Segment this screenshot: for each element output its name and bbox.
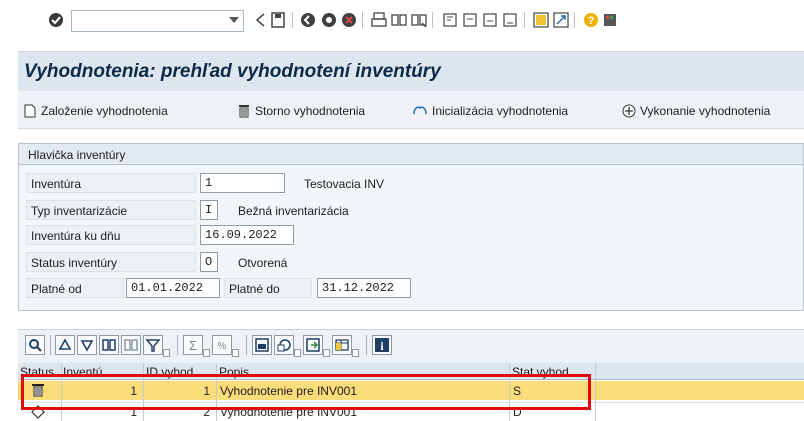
chevron-down-icon[interactable] [232, 349, 239, 357]
initialize-evaluation-button[interactable]: Inicializácia vyhodnotenia [412, 101, 568, 121]
initialize-icon [413, 106, 427, 115]
cell-description: Vyhodnotenie pre INV001 [220, 405, 357, 419]
inventory-field[interactable]: 1 [200, 173, 285, 193]
valid-from-label: Platné od [26, 278, 124, 298]
export-icon[interactable] [303, 335, 323, 355]
cell-inventory: 1 [130, 405, 137, 419]
column-header-status[interactable]: Status [20, 363, 62, 380]
ok-icon[interactable] [47, 11, 65, 29]
inventory-description: Testovacia INV [304, 177, 385, 191]
cancel-evaluation-label: Storno vyhodnotenia [255, 104, 366, 118]
diamond-icon [31, 405, 45, 419]
column-header-id[interactable]: ID vyhod. [146, 363, 216, 380]
trash-icon [239, 105, 249, 118]
info-icon[interactable]: i [372, 335, 392, 355]
next-page-icon[interactable] [481, 11, 499, 29]
cell-id: 2 [203, 405, 210, 419]
sort-ascending-icon[interactable] [55, 335, 75, 355]
new-document-icon [24, 104, 36, 118]
last-page-icon[interactable] [501, 11, 519, 29]
inventory-status-label: Status inventúry [26, 252, 196, 272]
cancel-icon[interactable] [340, 11, 358, 29]
execute-icon [622, 104, 636, 118]
cell-inventory: 1 [130, 384, 137, 398]
trash-icon [32, 384, 44, 397]
inventory-label: Inventúra [26, 173, 196, 193]
command-field[interactable] [71, 10, 244, 32]
system-toolbar: ? [0, 0, 804, 44]
cell-id: 1 [203, 384, 210, 398]
save-icon[interactable] [269, 11, 287, 29]
create-evaluation-label: Založenie vyhodnotenia [41, 104, 168, 118]
nav-back-icon[interactable] [299, 11, 317, 29]
svg-text:%: % [218, 341, 227, 352]
find-icon[interactable] [390, 11, 408, 29]
initialize-evaluation-label: Inicializácia vyhodnotenia [432, 104, 569, 118]
cell-stat: D [513, 405, 522, 419]
execute-evaluation-button[interactable]: Vykonanie vyhodnotenia [622, 101, 770, 121]
svg-text:Σ: Σ [189, 338, 197, 353]
first-page-icon[interactable] [441, 11, 459, 29]
prev-page-icon[interactable] [461, 11, 479, 29]
inventory-status-field[interactable]: O [200, 252, 218, 272]
back-icon[interactable] [252, 11, 270, 29]
chevron-down-icon[interactable] [294, 349, 301, 357]
execute-evaluation-label: Vykonanie vyhodnotenia [640, 104, 771, 118]
print-icon[interactable] [370, 11, 388, 29]
details-icon[interactable] [25, 335, 45, 355]
print-preview-icon[interactable] [252, 335, 272, 355]
column-header-stat[interactable]: Stat.vyhod. [512, 363, 592, 380]
views-icon[interactable] [274, 335, 294, 355]
svg-text:?: ? [588, 15, 595, 27]
sort-descending-icon[interactable] [77, 335, 97, 355]
total-icon[interactable]: Σ [183, 335, 203, 355]
cell-stat: S [513, 384, 522, 398]
find-next-icon[interactable] [121, 335, 141, 355]
inventory-date-label: Inventúra ku dňu [26, 225, 196, 245]
chevron-down-icon[interactable] [323, 349, 330, 357]
valid-from-field[interactable]: 01.01.2022 [126, 278, 220, 298]
create-evaluation-button[interactable]: Založenie vyhodnotenia [23, 101, 168, 121]
layout-icon[interactable] [332, 335, 352, 355]
chevron-down-icon[interactable] [352, 349, 359, 357]
inventory-type-label: Typ inventarizácie [26, 200, 196, 220]
help-icon[interactable]: ? [582, 11, 600, 29]
inventory-header-title: Hlavička inventúry [18, 143, 804, 165]
chevron-down-icon[interactable] [229, 17, 239, 23]
cell-description: Vyhodnotenie pre INV001 [220, 384, 357, 398]
shortcut-icon[interactable] [552, 11, 570, 29]
new-session-icon[interactable] [532, 11, 550, 29]
valid-to-label: Platné do [224, 278, 312, 298]
inventory-status-description: Otvorená [238, 256, 288, 270]
page-title: Vyhodnotenia: prehľad vyhodnotení invent… [24, 61, 441, 82]
column-header-inventory[interactable]: Inventú [63, 363, 143, 380]
column-header-description[interactable]: Popis [219, 363, 504, 380]
filter-icon[interactable] [143, 335, 163, 355]
inventory-type-description: Bežná inventarizácia [238, 204, 349, 218]
exit-icon[interactable] [320, 11, 338, 29]
subtotal-icon[interactable]: % [212, 335, 232, 355]
find-next-icon[interactable] [410, 11, 428, 29]
inventory-date-field[interactable]: 16.09.2022 [200, 225, 294, 245]
chevron-down-icon[interactable] [163, 349, 170, 357]
inventory-type-field[interactable]: I [200, 200, 218, 220]
customize-icon[interactable] [602, 11, 620, 29]
valid-to-field[interactable]: 31.12.2022 [317, 278, 411, 298]
find-icon[interactable] [99, 335, 119, 355]
cancel-evaluation-button[interactable]: Storno vyhodnotenia [237, 101, 365, 121]
chevron-down-icon[interactable] [203, 349, 210, 357]
